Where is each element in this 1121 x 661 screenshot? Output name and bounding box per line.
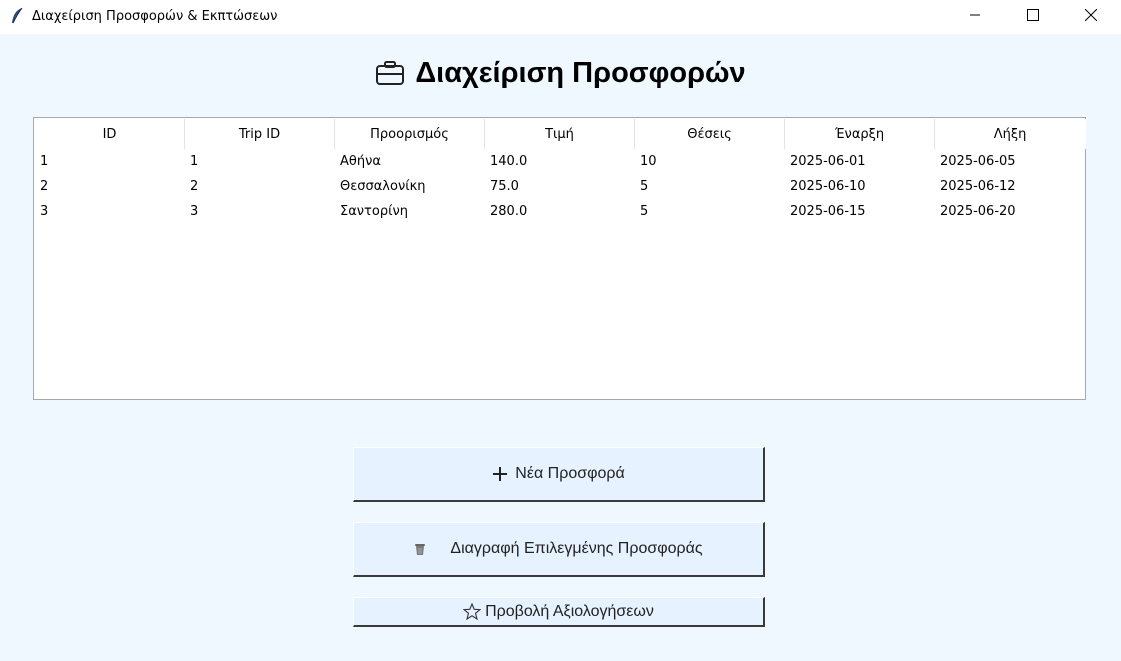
- window-titlebar: Διαχείριση Προσφορών & Εκπτώσεων: [0, 0, 1121, 34]
- table-body: 1 1 Αθήνα 140.0 10 2025-06-01 2025-06-05…: [35, 149, 1086, 224]
- cell-trip-id: 2: [190, 179, 199, 194]
- close-button[interactable]: [1062, 0, 1120, 34]
- delete-offer-label: Διαγραφή Επιλεγμένης Προσφοράς: [450, 540, 703, 557]
- new-offer-label: Νέα Προσφορά: [515, 465, 625, 482]
- delete-offer-button[interactable]: Διαγραφή Επιλεγμένης Προσφοράς: [353, 522, 765, 577]
- plus-icon: [492, 466, 508, 482]
- cell-destination: Θεσσαλονίκη: [340, 179, 426, 194]
- column-header-id[interactable]: ID: [35, 119, 185, 149]
- new-offer-button[interactable]: Νέα Προσφορά: [353, 447, 765, 502]
- cell-end: 2025-06-05: [940, 154, 1016, 169]
- offers-table[interactable]: ID Trip ID Προορισμός Τιμή Θέσεις Έναρξη…: [33, 117, 1086, 400]
- column-header-end[interactable]: Λήξη: [935, 119, 1085, 149]
- table-row[interactable]: 3 3 Σαντορίνη 280.0 5 2025-06-15 2025-06…: [35, 199, 1086, 224]
- minimize-button[interactable]: [946, 0, 1004, 34]
- cell-id: 2: [40, 179, 49, 194]
- window-title: Διαχείριση Προσφορών & Εκπτώσεων: [32, 9, 278, 24]
- cell-id: 1: [40, 154, 49, 169]
- table-header: ID Trip ID Προορισμός Τιμή Θέσεις Έναρξη…: [35, 119, 1086, 149]
- column-header-trip-id[interactable]: Trip ID: [185, 119, 335, 149]
- cell-destination: Σαντορίνη: [340, 204, 408, 219]
- trash-icon: [414, 542, 426, 556]
- table-row[interactable]: 1 1 Αθήνα 140.0 10 2025-06-01 2025-06-05: [35, 149, 1086, 174]
- feather-icon: [10, 7, 24, 25]
- cell-start: 2025-06-10: [790, 179, 866, 194]
- cell-destination: Αθήνα: [340, 154, 381, 169]
- cell-seats: 5: [640, 179, 649, 194]
- close-icon: [1084, 8, 1098, 26]
- cell-start: 2025-06-01: [790, 154, 866, 169]
- column-header-price[interactable]: Τιμή: [485, 119, 635, 149]
- page-heading: Διαχείριση Προσφορών: [0, 54, 1121, 92]
- cell-price: 140.0: [490, 154, 528, 169]
- column-header-start[interactable]: Έναρξη: [785, 119, 935, 149]
- cell-end: 2025-06-20: [940, 204, 1016, 219]
- star-icon: [463, 603, 482, 620]
- cell-price: 75.0: [490, 179, 519, 194]
- table-row[interactable]: 2 2 Θεσσαλονίκη 75.0 5 2025-06-10 2025-0…: [35, 174, 1086, 199]
- cell-seats: 5: [640, 204, 649, 219]
- minimize-icon: [969, 8, 981, 26]
- view-reviews-label: Προβολή Αξιολογήσεων: [485, 602, 654, 620]
- column-header-destination[interactable]: Προορισμός: [335, 119, 485, 149]
- cell-id: 3: [40, 204, 49, 219]
- cell-end: 2025-06-12: [940, 179, 1016, 194]
- page-title: Διαχείριση Προσφορών: [415, 56, 746, 89]
- cell-trip-id: 1: [190, 154, 199, 169]
- cell-trip-id: 3: [190, 204, 199, 219]
- cell-price: 280.0: [490, 204, 528, 219]
- column-header-seats[interactable]: Θέσεις: [635, 119, 785, 149]
- briefcase-icon: [375, 60, 405, 86]
- cell-start: 2025-06-15: [790, 204, 866, 219]
- maximize-icon: [1027, 8, 1039, 26]
- view-reviews-button[interactable]: Προβολή Αξιολογήσεων: [353, 597, 765, 627]
- maximize-button[interactable]: [1004, 0, 1062, 34]
- cell-seats: 10: [640, 154, 657, 169]
